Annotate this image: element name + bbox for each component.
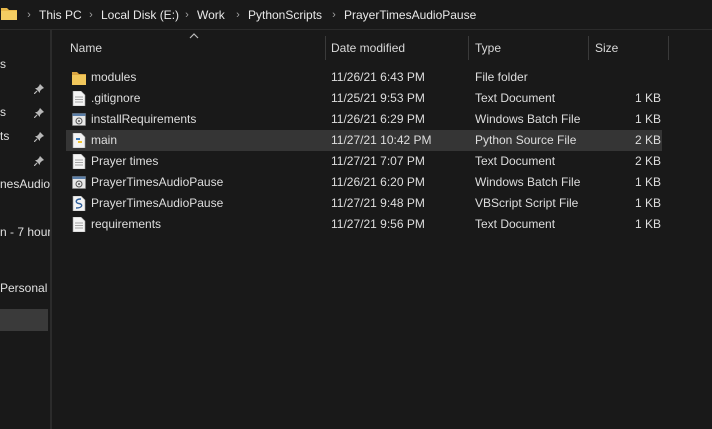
file-size: 1 KB	[634, 112, 661, 126]
text-file-icon	[72, 154, 86, 169]
chevron-right-icon: ›	[27, 9, 31, 21]
chevron-right-icon: ›	[89, 9, 93, 21]
batch-file-icon	[72, 113, 86, 126]
file-date: 11/27/21 9:56 PM	[331, 217, 425, 231]
file-type: File folder	[475, 70, 528, 84]
file-size: 2 KB	[634, 133, 661, 147]
column-date-modified[interactable]: Date modified	[325, 30, 468, 66]
file-row[interactable]: PrayerTimesAudioPause 11/26/21 6:20 PM W…	[66, 172, 662, 193]
folder-icon	[72, 72, 86, 85]
file-name: installRequirements	[91, 112, 197, 126]
column-name[interactable]: Name	[64, 30, 324, 66]
file-name: main	[91, 133, 118, 147]
nav-item[interactable]: Personal	[0, 279, 47, 297]
file-date: 11/27/21 9:48 PM	[331, 196, 425, 210]
file-size: 1 KB	[634, 175, 661, 189]
column-size[interactable]: Size	[589, 30, 667, 66]
file-name: requirements	[91, 217, 162, 231]
breadcrumb-item[interactable]: This PC	[39, 7, 82, 23]
file-size: 2 KB	[634, 154, 661, 168]
nav-item[interactable]: s	[0, 55, 6, 73]
pin-icon	[34, 132, 44, 142]
pin-icon	[34, 108, 44, 118]
python-file-icon	[72, 133, 86, 148]
column-header: Name Date modified Type Size	[52, 30, 712, 66]
file-date: 11/27/21 7:07 PM	[331, 154, 425, 168]
file-name: .gitignore	[91, 91, 141, 105]
batch-file-icon	[72, 176, 86, 189]
file-size	[594, 67, 661, 88]
chevron-right-icon: ›	[185, 9, 189, 21]
file-row[interactable]: installRequirements 11/26/21 6:29 PM Win…	[66, 109, 662, 130]
chevron-right-icon: ›	[332, 9, 336, 21]
file-type: Windows Batch File	[475, 112, 581, 126]
chevron-right-icon: ›	[236, 9, 240, 21]
file-row[interactable]: Prayer times 11/27/21 7:07 PM Text Docum…	[66, 151, 662, 172]
vbscript-file-icon	[72, 196, 86, 211]
breadcrumb-item[interactable]: Work	[197, 7, 225, 23]
folder-icon	[1, 8, 17, 20]
file-row[interactable]: .gitignore 11/25/21 9:53 PM Text Documen…	[66, 88, 662, 109]
address-bar[interactable]: › This PC › Local Disk (E:) › Work › Pyt…	[0, 0, 712, 30]
nav-item[interactable]: n - 7 hour	[0, 223, 50, 241]
file-type: Python Source File	[475, 133, 577, 147]
nav-selected-item[interactable]	[0, 309, 48, 331]
file-date: 11/26/21 6:20 PM	[331, 175, 425, 189]
file-date: 11/26/21 6:29 PM	[331, 112, 425, 126]
file-type: Text Document	[475, 217, 556, 231]
breadcrumb-item[interactable]: PrayerTimesAudioPause	[344, 7, 476, 23]
file-size: 1 KB	[634, 91, 661, 105]
file-type: VBScript Script File	[475, 196, 579, 210]
file-type: Text Document	[475, 91, 556, 105]
file-type: Text Document	[475, 154, 556, 168]
file-name: PrayerTimesAudioPause	[91, 196, 224, 210]
file-row[interactable]: main 11/27/21 10:42 PM Python Source Fil…	[66, 130, 662, 151]
pin-icon	[34, 84, 44, 94]
file-date: 11/27/21 10:42 PM	[331, 133, 432, 147]
file-date: 11/25/21 9:53 PM	[331, 91, 425, 105]
breadcrumb-item[interactable]: Local Disk (E:)	[101, 7, 179, 23]
file-name: modules	[91, 70, 137, 84]
column-type[interactable]: Type	[469, 30, 587, 66]
column-divider[interactable]	[668, 36, 669, 60]
file-name: Prayer times	[91, 154, 159, 168]
pin-icon	[34, 156, 44, 166]
nav-item[interactable]: s	[0, 103, 6, 121]
file-size: 1 KB	[634, 196, 661, 210]
file-name: PrayerTimesAudioPause	[91, 175, 224, 189]
file-date: 11/26/21 6:43 PM	[331, 70, 425, 84]
file-list: Name Date modified Type Size modules 11/…	[52, 30, 712, 429]
file-row[interactable]: modules 11/26/21 6:43 PM File folder	[66, 67, 662, 88]
text-file-icon	[72, 91, 86, 106]
file-size: 1 KB	[634, 217, 661, 231]
file-row[interactable]: requirements 11/27/21 9:56 PM Text Docum…	[66, 214, 662, 235]
breadcrumb-item[interactable]: PythonScripts	[248, 7, 322, 23]
nav-item[interactable]: ts	[0, 127, 9, 145]
file-type: Windows Batch File	[475, 175, 581, 189]
text-file-icon	[72, 217, 86, 232]
nav-item[interactable]: nesAudioP	[0, 175, 50, 193]
navigation-pane: s s ts nesAudioP n - 7 hour Personal	[0, 30, 51, 429]
file-row[interactable]: PrayerTimesAudioPause 11/27/21 9:48 PM V…	[66, 193, 662, 214]
